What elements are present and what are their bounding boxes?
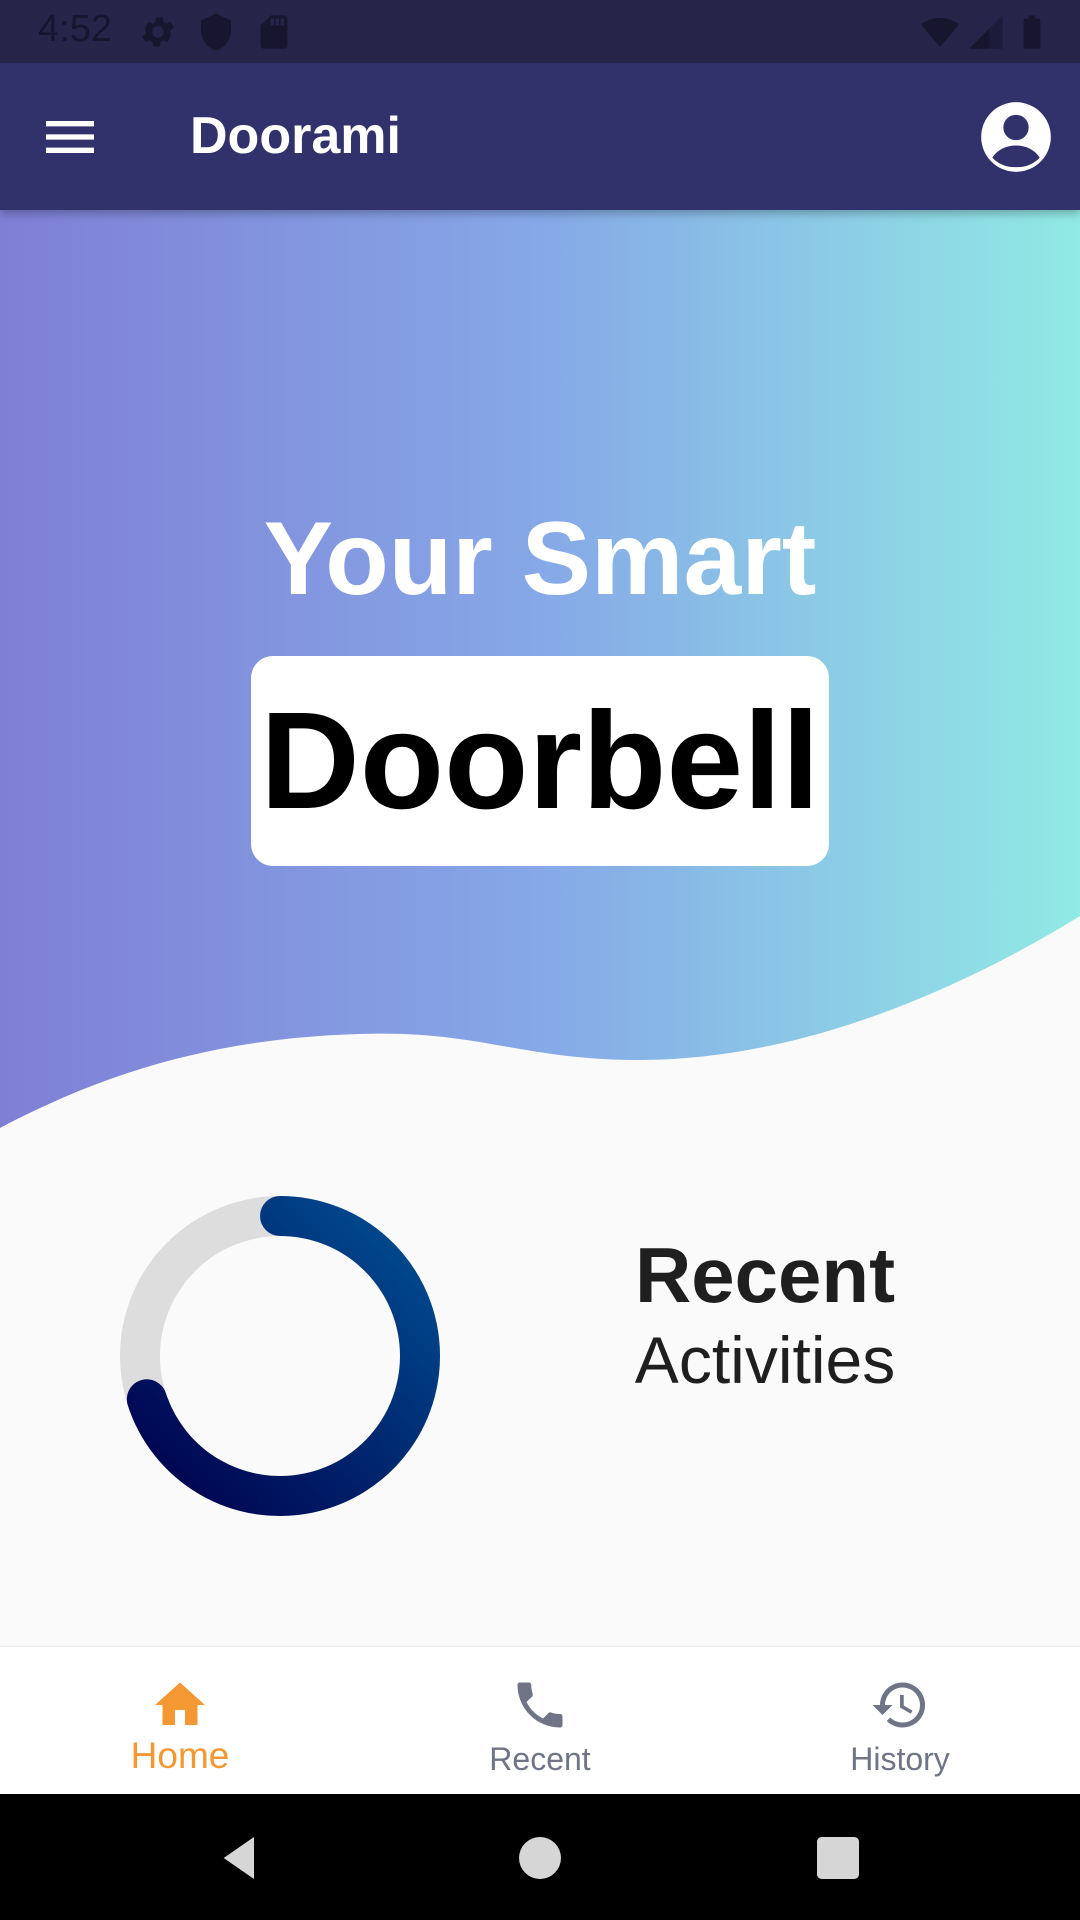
nav-label-home: Home (130, 1735, 230, 1776)
menu-icon[interactable] (38, 105, 102, 169)
bottom-navigation: Home Recent History (0, 1646, 1080, 1795)
back-icon[interactable] (212, 1830, 268, 1886)
home-circle-icon[interactable] (512, 1830, 568, 1886)
hero-title-line1: Your Smart (263, 501, 817, 617)
recent-activities-heading: Recent Activities (560, 1230, 970, 1400)
nav-item-history[interactable]: History (720, 1647, 1080, 1795)
phone-icon (517, 1682, 563, 1728)
history-icon (872, 1682, 926, 1728)
recents-square-icon[interactable] (810, 1830, 866, 1886)
nav-item-recent[interactable]: Recent (360, 1647, 720, 1795)
activity-progress-ring (120, 1196, 440, 1516)
status-time: 4:52 (38, 8, 112, 50)
wifi-icon (920, 17, 960, 47)
app-screen: 4:52 Doorami Your Smart Doorbell Recent … (0, 0, 1080, 1920)
status-bar: 4:52 (0, 0, 1080, 63)
account-circle-icon[interactable] (978, 99, 1054, 175)
gear-icon (142, 17, 174, 47)
battery-icon (1023, 15, 1041, 49)
nav-label-history: History (850, 1741, 950, 1777)
recent-subtitle: Activities (634, 1323, 896, 1397)
hero-banner: Your Smart Doorbell (0, 210, 1080, 1170)
system-navigation-bar (0, 1794, 1080, 1920)
nav-item-home[interactable]: Home (0, 1647, 360, 1795)
hero-title-box: Doorbell (251, 656, 829, 866)
shield-icon (201, 13, 231, 51)
sd-card-icon (260, 15, 288, 49)
app-bar: Doorami (0, 63, 1080, 210)
signal-icon (969, 15, 1003, 49)
app-title: Doorami (190, 107, 401, 165)
hero-title-line2: Doorbell (260, 683, 820, 838)
recent-title: Recent (634, 1231, 896, 1319)
home-icon (155, 1682, 205, 1725)
nav-label-recent: Recent (489, 1741, 591, 1777)
